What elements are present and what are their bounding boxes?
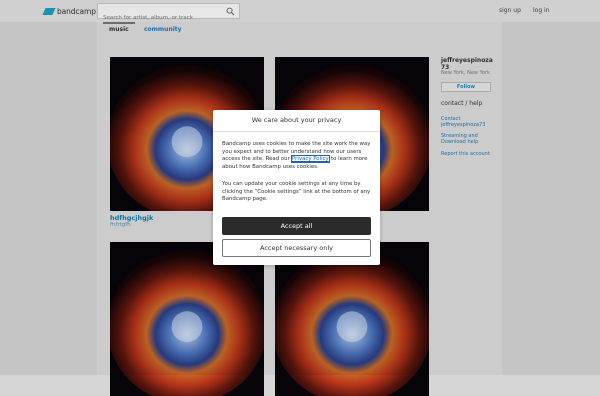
cookie-consent-dialog: We care about your privacy Bandcamp uses… — [213, 110, 380, 265]
privacy-policy-link[interactable]: Privacy Policy — [290, 155, 331, 163]
accept-all-button[interactable]: Accept all — [222, 217, 371, 235]
cookie-description: Bandcamp uses cookies to make the site w… — [222, 141, 374, 171]
cookie-settings-note: You can update your cookie settings at a… — [222, 181, 371, 202]
dialog-title: We care about your privacy — [213, 110, 380, 132]
accept-necessary-button[interactable]: Accept necessary only — [222, 239, 371, 257]
